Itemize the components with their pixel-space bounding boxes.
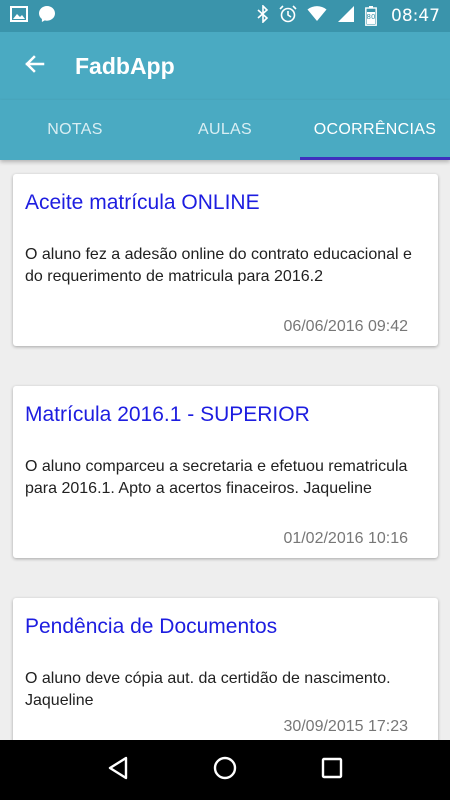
app-title: FadbApp — [75, 52, 175, 79]
card-date: 30/09/2015 17:23 — [283, 718, 408, 735]
card-body: O aluno comparceu a secretaria e efetuou… — [25, 458, 408, 497]
square-recents-icon — [321, 757, 343, 784]
triangle-back-icon — [107, 756, 129, 785]
bluetooth-icon — [257, 3, 269, 28]
card-date: 01/02/2016 10:16 — [283, 530, 408, 547]
card-body: O aluno fez a adesão online do contrato … — [25, 246, 412, 285]
navigation-bar — [0, 740, 450, 800]
tab-aulas[interactable]: AULAS — [150, 100, 300, 160]
card-date: 06/06/2016 09:42 — [283, 318, 408, 335]
occurrence-card[interactable]: Aceite matrícula ONLINE O aluno fez a ad… — [13, 174, 438, 346]
card-title: Matrícula 2016.1 - SUPERIOR — [25, 403, 310, 426]
card-title: Pendência de Documentos — [25, 615, 278, 638]
signal-icon — [337, 5, 355, 27]
circle-home-icon — [212, 755, 238, 786]
arrow-back-icon — [23, 52, 47, 81]
back-button[interactable] — [0, 32, 70, 100]
nav-recents-button[interactable] — [312, 750, 352, 790]
messenger-icon — [38, 5, 56, 28]
wifi-icon — [307, 5, 327, 27]
nav-home-button[interactable] — [205, 750, 245, 790]
card-body: O aluno deve cópia aut. da certidão de n… — [25, 670, 391, 709]
nav-back-button[interactable] — [98, 750, 138, 790]
tab-notas[interactable]: NOTAS — [0, 100, 150, 160]
tab-ocorrencias[interactable]: OCORRÊNCIAS — [300, 100, 450, 160]
status-bar: 80 08:47 — [0, 0, 450, 32]
alarm-icon — [279, 4, 297, 28]
image-icon — [10, 5, 28, 27]
app-bar: FadbApp — [0, 32, 450, 100]
battery-level: 80 — [366, 13, 376, 21]
occurrences-list[interactable]: Aceite matrícula ONLINE O aluno fez a ad… — [0, 160, 450, 740]
status-time: 08:47 — [391, 6, 440, 26]
occurrence-card[interactable]: Matrícula 2016.1 - SUPERIOR O aluno comp… — [13, 386, 438, 558]
occurrence-card[interactable]: Pendência de Documentos O aluno deve cóp… — [13, 598, 438, 740]
battery-icon: 80 — [365, 6, 377, 26]
tab-bar: NOTAS AULAS OCORRÊNCIAS — [0, 100, 450, 160]
card-title: Aceite matrícula ONLINE — [25, 191, 260, 214]
